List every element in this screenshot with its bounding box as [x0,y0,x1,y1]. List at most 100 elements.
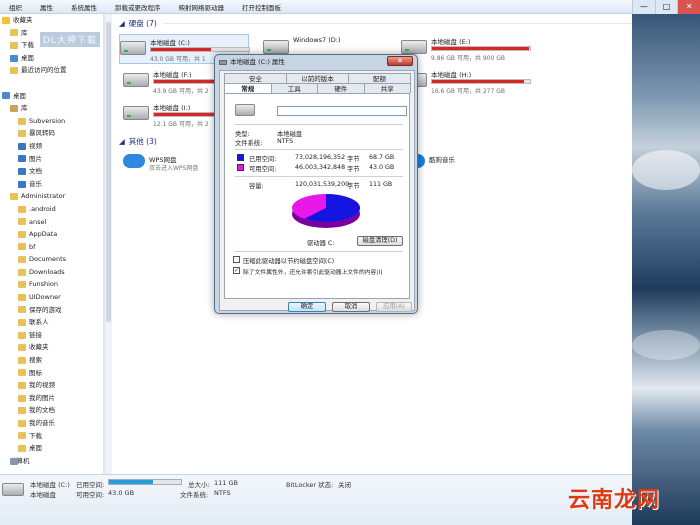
nav-item[interactable]: Documents [0,253,103,266]
folder-icon [18,369,26,377]
compress-checkbox[interactable] [233,256,240,263]
maximize-button[interactable]: □ [654,0,678,14]
watermark: DL大神下载 [40,32,100,47]
free-space-unit: 字节 [347,166,360,173]
menu-organize[interactable]: 组织 [0,2,31,12]
drive-free-text: 12.1 GB 可用，共 2 [153,121,209,128]
capacity-bytes: 120,031,539,200 [295,181,350,188]
nav-item[interactable]: 收藏夹 [0,14,103,27]
nav-item[interactable]: 我的视频 [0,379,103,392]
nav-item[interactable]: 保存的游戏 [0,304,103,317]
volume-name-input[interactable] [277,106,407,116]
nav-item-label: ansel [29,217,47,226]
tab-row-top: 安全 以前的版本 配额 [224,73,411,83]
nav-item[interactable]: 我的文档 [0,404,103,417]
type-value: 本地磁盘 [277,131,303,138]
download-folder-icon [10,41,18,49]
nav-item[interactable]: 暴风转码 [0,127,103,140]
nav-item[interactable]: 最近访问的位置 [0,64,103,77]
nav-item-label: 保存的游戏 [29,305,62,314]
apply-button[interactable]: 应用(A) [376,302,412,312]
nav-item[interactable]: 图标 [0,367,103,380]
drive-h[interactable]: 本地磁盘 (H:) 16.6 GB 可用，共 277 GB [401,67,531,97]
nav-item[interactable]: AppData [0,228,103,241]
drive-free-text: 16.6 GB 可用，共 277 GB [431,88,505,95]
disk-cleanup-button[interactable]: 磁盘清理(D) [357,236,403,246]
nav-scrollbar-thumb[interactable] [106,22,111,322]
folder-icon [18,306,26,314]
nav-item[interactable]: 桌面 [0,90,103,103]
type-label: 类型: [235,131,250,138]
nav-item-label: Funshion [29,280,59,289]
menu-system-properties[interactable]: 系统属性 [62,2,106,12]
nav-item[interactable]: 计算机 [0,455,103,468]
menu-open-control-panel[interactable]: 打开控制面板 [233,2,290,12]
general-tab-panel: 类型: 本地磁盘 文件系统: NTFS 已用空间: 73,028,196,352… [224,93,410,299]
drive-e[interactable]: 本地磁盘 (E:) 9.86 GB 可用，共 900 GB [401,34,531,64]
drive-free-text: 9.86 GB 可用，共 900 GB [431,55,505,62]
folder-icon [18,331,26,339]
details-free-label: 可用空间: [76,491,105,499]
tab-security[interactable]: 安全 [224,73,287,83]
nav-item[interactable]: 桌面 [0,52,103,65]
hard-drive-icon [2,483,24,496]
nav-item[interactable]: 收藏夹 [0,341,103,354]
menu-map-network-drive[interactable]: 映射网络驱动器 [170,2,234,12]
tab-quota[interactable]: 配额 [348,73,411,83]
folder-icon [18,256,26,264]
command-bar: 组织 属性 系统属性 卸载或更改程序 映射网络驱动器 打开控制面板 [0,0,632,14]
nav-item[interactable]: bf [0,241,103,254]
nav-item[interactable]: 库 [0,102,103,115]
nav-item[interactable]: .android [0,203,103,216]
details-total-value: 111 GB [214,479,238,487]
menu-uninstall-program[interactable]: 卸载或更改程序 [106,2,170,12]
nav-item[interactable]: Administrator [0,190,103,203]
tab-sharing[interactable]: 共享 [363,83,411,93]
drive-name: Windows7 (D:) [293,36,341,44]
nav-item[interactable]: 下载 [0,430,103,443]
other-group-header[interactable]: ◢ 其他 (3) [119,136,157,147]
tab-tools[interactable]: 工具 [270,83,318,93]
nav-item-label: 链接 [29,330,42,339]
nav-item[interactable]: 桌面 [0,442,103,455]
nav-item[interactable]: 搜索 [0,354,103,367]
nav-item[interactable]: 视频 [0,140,103,153]
dialog-titlebar[interactable]: 本地磁盘 (C:) 属性 [219,56,369,68]
tab-hardware[interactable]: 硬件 [317,83,365,93]
capacity-gb: 111 GB [369,181,393,188]
wallpaper-cloud [632,330,700,360]
drive-usage-bar [431,46,531,51]
drive-usage-fill [432,47,530,50]
nav-item[interactable]: 我的音乐 [0,417,103,430]
nav-item[interactable]: Subversion [0,115,103,128]
ok-button[interactable]: 确定 [288,302,326,312]
menu-properties[interactable]: 属性 [31,2,62,12]
folder-icon [18,407,26,415]
nav-item[interactable]: 音乐 [0,178,103,191]
site-logo: 云南龙网 [568,487,661,513]
nav-item-label: Documents [29,255,67,264]
nav-item[interactable]: Funshion [0,278,103,291]
tab-previous-versions[interactable]: 以前的版本 [286,73,349,83]
nav-item[interactable]: Downloads [0,266,103,279]
minimize-button[interactable]: — [632,0,655,14]
nav-item[interactable]: 联系人 [0,316,103,329]
close-button[interactable]: ✕ [677,0,700,14]
chevron-down-icon: ◢ [119,19,125,28]
nav-scrollbar[interactable] [104,14,112,474]
hard-drive-icon [123,73,149,87]
app-kugou[interactable]: 酷狗音乐 [411,152,521,176]
nav-item[interactable]: 文档 [0,165,103,178]
nav-item[interactable]: 链接 [0,329,103,342]
folder-icon [18,419,26,427]
cancel-button[interactable]: 取消 [332,302,370,312]
nav-item-label: 我的图片 [29,393,55,402]
nav-item[interactable]: UIDowner [0,291,103,304]
nav-item[interactable]: ansel [0,216,103,229]
nav-item[interactable]: 图片 [0,153,103,166]
folder-icon [18,432,26,440]
nav-item[interactable]: 我的图片 [0,392,103,405]
dialog-close-button[interactable]: ✕ [387,56,413,66]
hard-disks-group-header[interactable]: ◢ 硬盘 (7) [119,18,633,29]
index-checkbox[interactable]: ✓ [233,267,240,274]
